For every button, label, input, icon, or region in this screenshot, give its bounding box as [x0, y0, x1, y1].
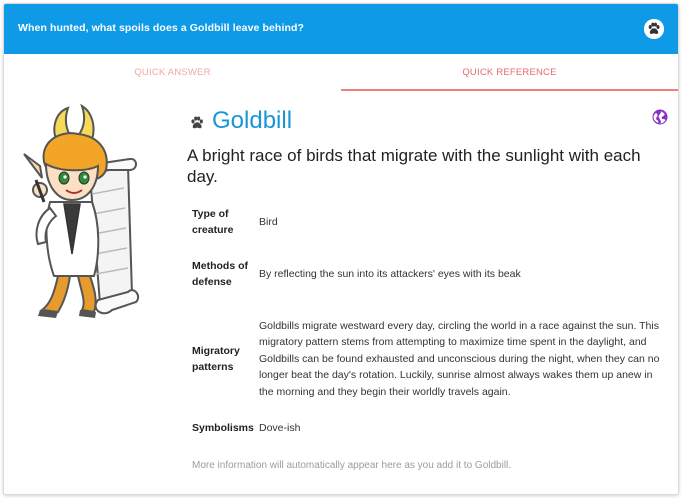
question-header: When hunted, what spoils does a Goldbill…: [4, 4, 678, 54]
creature-description: A bright race of birds that migrate with…: [187, 146, 641, 186]
footer-note: More information will automatically appe…: [192, 460, 512, 471]
fact-label: Migratory patterns: [192, 345, 240, 373]
tab-quick-reference[interactable]: QUICK REFERENCE: [341, 54, 678, 91]
fact-row: Symbolisms Dove-ish: [187, 409, 667, 447]
fact-value: Dove-ish: [259, 421, 301, 434]
globe-icon[interactable]: [652, 109, 668, 125]
fact-value: Goldbills migrate westward every day, ci…: [259, 319, 660, 398]
creature-content: Goldbill A bright race of birds that mig…: [187, 107, 668, 471]
fact-label: Symbolisms: [192, 422, 254, 434]
facts-table: Type of creature Bird Methods of defense…: [187, 205, 667, 447]
fact-value: By reflecting the sun into its attackers…: [259, 267, 521, 280]
creature-title-row: Goldbill: [187, 107, 668, 137]
tab-bar: QUICK ANSWER QUICK REFERENCE: [4, 54, 678, 91]
paw-icon: [189, 115, 205, 131]
mascot-illustration: [20, 103, 150, 319]
creature-name: Goldbill: [212, 107, 293, 134]
question-text: When hunted, what spoils does a Goldbill…: [18, 22, 305, 34]
reference-card: When hunted, what spoils does a Goldbill…: [3, 3, 679, 495]
fact-row: Migratory patterns Goldbills migrate wes…: [187, 309, 667, 409]
fact-label: Type of creature: [192, 208, 234, 236]
fact-label: Methods of defense: [192, 260, 248, 288]
fact-value: Bird: [259, 215, 278, 228]
tab-quick-answer[interactable]: QUICK ANSWER: [4, 54, 341, 91]
paw-icon[interactable]: [644, 19, 664, 39]
fact-row: Type of creature Bird: [187, 205, 667, 239]
fact-row: Methods of defense By reflecting the sun…: [187, 239, 667, 309]
